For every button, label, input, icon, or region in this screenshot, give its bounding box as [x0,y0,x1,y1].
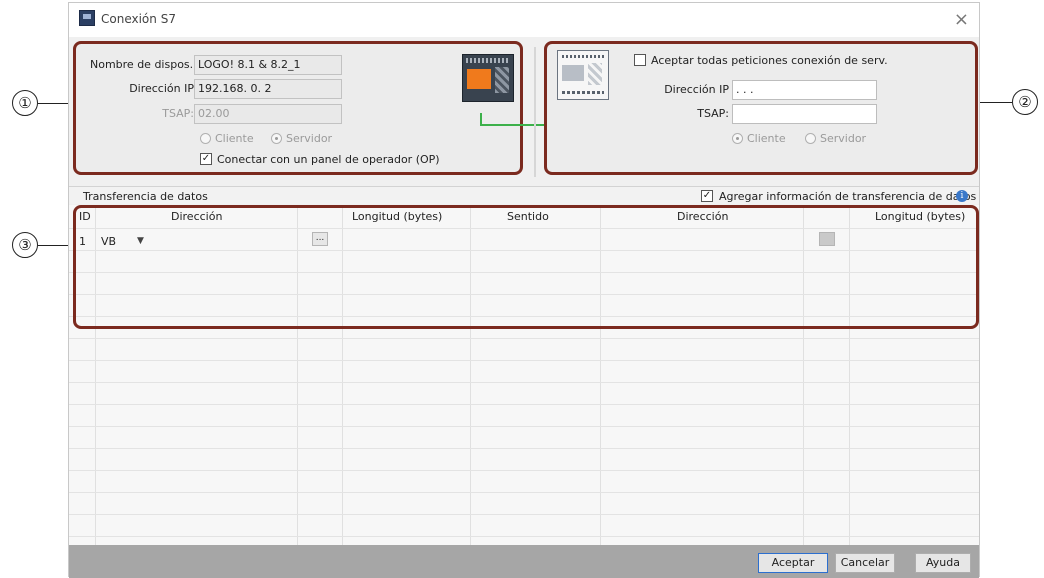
server-label: Servidor [286,132,333,145]
row-divider [69,382,979,383]
help-button[interactable]: Ayuda [915,553,971,573]
remote-server-label: Servidor [820,132,867,145]
plc-keypad [495,67,509,93]
callout-1: ① [12,90,38,116]
ok-button[interactable]: Aceptar [758,553,828,573]
logo-plc-image [462,54,514,102]
remote-tsap-label: TSAP: [697,107,729,120]
transfer-table-highlight [73,205,979,329]
plc-terminals [466,58,510,63]
row-divider [69,360,979,361]
device-display [562,65,584,81]
dialog-footer: Aceptar Cancelar Ayuda [69,545,979,578]
remote-tsap-field[interactable] [732,104,877,124]
app-icon [79,10,95,26]
row-divider [69,338,979,339]
callout-3: ③ [12,232,38,258]
remote-device-image [557,50,609,100]
data-transfer-title: Transferencia de datos [83,190,208,203]
row-divider [69,536,979,537]
device-terminals-bottom [562,91,604,94]
remote-ip-label: Dirección IP [664,83,729,96]
s7-connection-dialog: Conexión S7 × Nombre de dispos... LOGO! … [68,2,980,578]
panel-divider [534,47,536,177]
ip-field[interactable]: 192.168. 0. 2 [194,79,342,99]
client-radio[interactable] [200,133,211,144]
title-bar: Conexión S7 × [69,3,979,37]
device-terminals-top [562,55,604,58]
device-keypad [588,63,602,85]
accept-all-label: Aceptar todas peticiones conexión de ser… [651,54,888,67]
tsap-field[interactable]: 02.00 [194,104,342,124]
add-transfer-info-checkbox[interactable]: ✓ [701,190,713,202]
info-icon[interactable]: i [956,190,968,202]
row-divider [69,404,979,405]
remote-ip-field[interactable]: . . . [732,80,877,100]
device-name-label: Nombre de dispos... [90,58,201,71]
tsap-label: TSAP: [162,107,194,120]
remote-device-panel: Aceptar todas peticiones conexión de ser… [544,41,978,175]
window-title: Conexión S7 [101,12,176,26]
server-radio[interactable] [271,133,282,144]
row-divider [69,426,979,427]
close-icon[interactable]: × [954,9,969,30]
device-name-field[interactable]: LOGO! 8.1 & 8.2_1 [194,55,342,75]
row-divider [69,514,979,515]
cancel-button[interactable]: Cancelar [835,553,895,573]
ip-label: Dirección IP [129,82,194,95]
op-panel-checkbox[interactable]: ✓ [200,153,212,165]
op-panel-label: Conectar con un panel de operador (OP) [217,153,440,166]
remote-server-radio[interactable] [805,133,816,144]
remote-client-radio[interactable] [732,133,743,144]
client-label: Cliente [215,132,254,145]
remote-client-label: Cliente [747,132,786,145]
accept-all-checkbox[interactable] [634,54,646,66]
add-transfer-info-label: Agregar información de transferencia de … [719,190,977,203]
callout-2-line [978,102,1012,103]
callout-2: ② [1012,89,1038,115]
row-divider [69,470,979,471]
local-device-panel: Nombre de dispos... LOGO! 8.1 & 8.2_1 Di… [73,41,523,175]
plc-display [467,69,491,89]
row-divider [69,448,979,449]
row-divider [69,492,979,493]
data-transfer-bar: Transferencia de datos ✓ Agregar informa… [69,186,979,204]
